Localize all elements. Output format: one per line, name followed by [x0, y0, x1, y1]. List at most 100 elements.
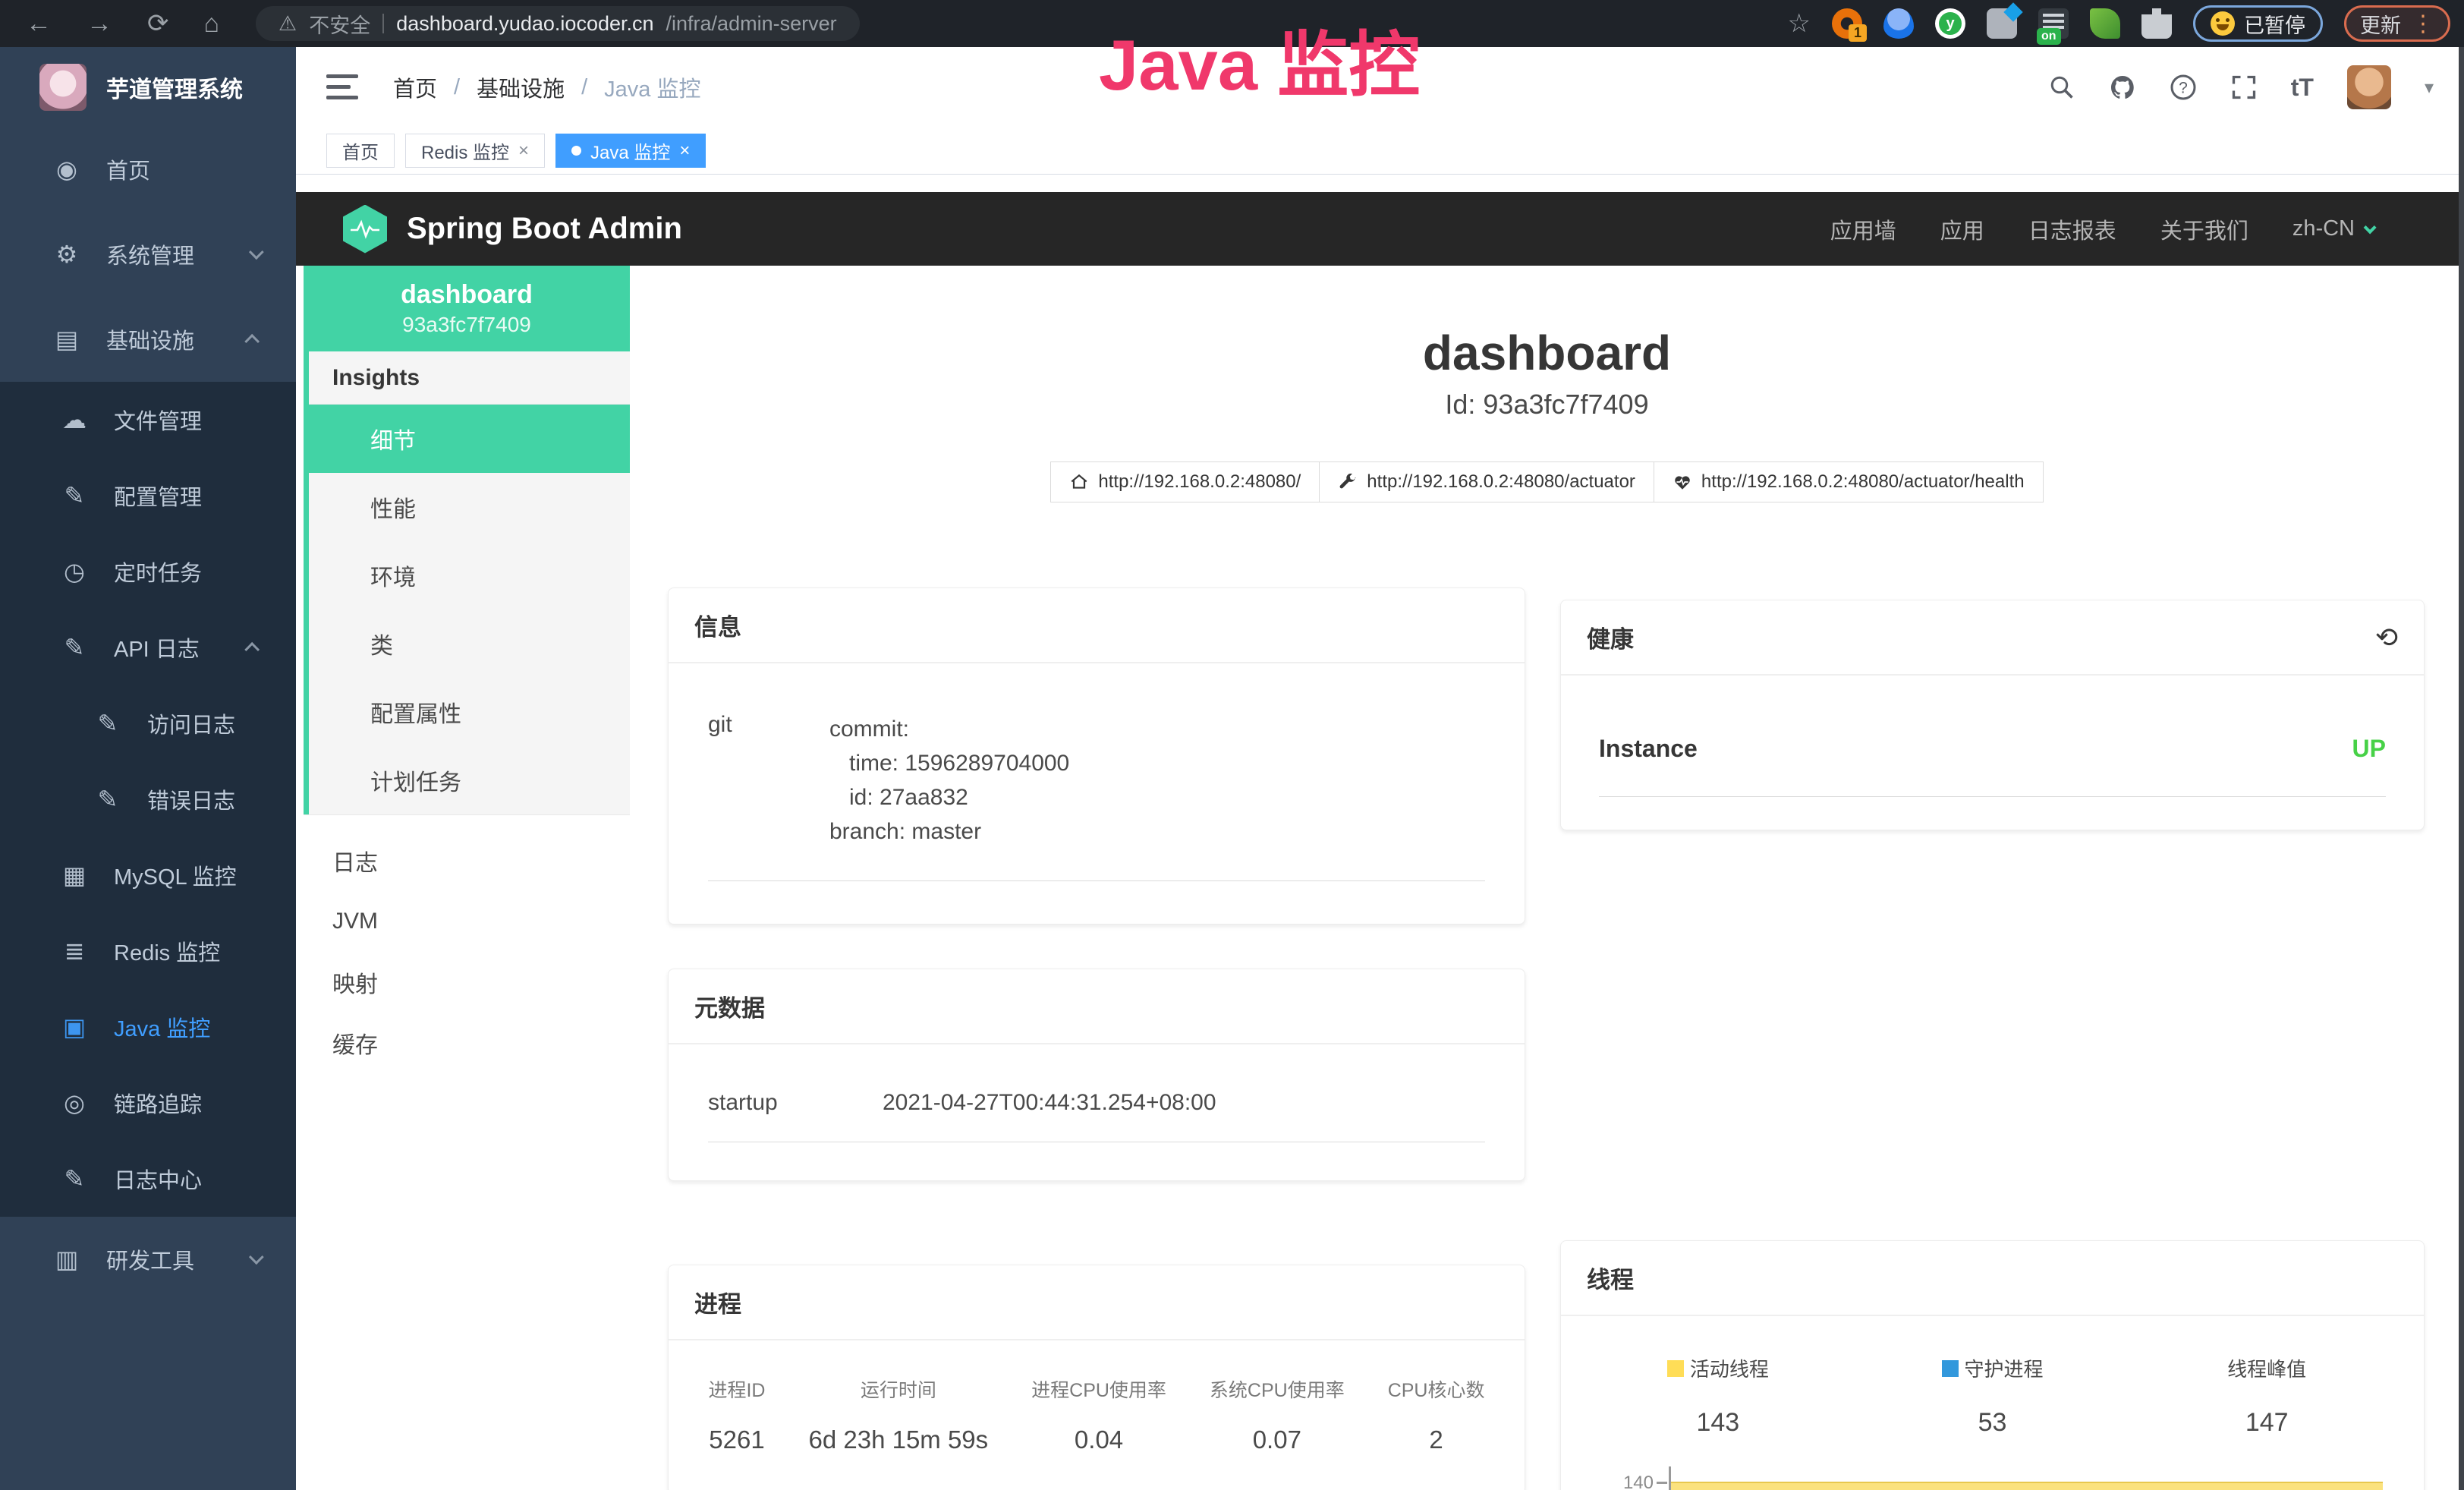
paused-badge[interactable]: 已暂停: [2193, 5, 2323, 42]
instance-name: dashboard: [401, 280, 533, 310]
help-icon[interactable]: ?: [2170, 74, 2197, 101]
sidebar-item-log-center[interactable]: ✎ 日志中心: [0, 1141, 296, 1217]
sba-item-classes[interactable]: 类: [304, 610, 630, 678]
fullscreen-icon[interactable]: [2230, 74, 2258, 101]
sidebar-item-system-mgmt[interactable]: ⚙ 系统管理: [0, 212, 296, 297]
sidebar-item-redis-monitor[interactable]: ≣ Redis 监控: [0, 913, 296, 989]
sidebar-item-access-logs[interactable]: ✎ 访问日志: [0, 685, 296, 761]
sba-nav: 应用墙 应用 日志报表 关于我们 zh-CN: [1830, 213, 2373, 245]
sidebar-item-infrastructure[interactable]: ▤ 基础设施: [0, 297, 296, 382]
extension-icon-leaf[interactable]: [2090, 8, 2120, 39]
history-icon[interactable]: ⟲: [2375, 622, 2398, 654]
page-instance-id: Id: 93a3fc7f7409: [630, 389, 2464, 421]
breadcrumb-separator: /: [454, 75, 460, 100]
sba-nav-journal[interactable]: 日志报表: [2028, 213, 2116, 245]
instance-id: 93a3fc7f7409: [402, 313, 531, 337]
sidebar-item-dev-tools[interactable]: ▥ 研发工具: [0, 1217, 296, 1302]
sba-item-jvm[interactable]: JVM: [304, 891, 630, 952]
wrench-icon: [1338, 472, 1358, 492]
startup-row: startup 2021-04-27T00:44:31.254+08:00: [708, 1090, 1485, 1142]
sba-brand[interactable]: Spring Boot Admin: [343, 205, 682, 254]
search-icon[interactable]: [2048, 74, 2075, 101]
instance-health-row[interactable]: Instance UP: [1599, 735, 2386, 797]
bookmark-star-icon[interactable]: ☆: [1788, 8, 1811, 39]
home-icon[interactable]: ⌂: [204, 9, 220, 39]
sidebar-logo-row[interactable]: 芋道管理系统: [0, 47, 296, 127]
address-bar[interactable]: ⚠ 不安全 dashboard.yudao.iocoder.cn/infra/a…: [256, 6, 860, 41]
font-size-icon[interactable]: tT: [2291, 74, 2314, 102]
extension-icon-grid[interactable]: [1987, 8, 2017, 39]
service-url-button[interactable]: http://192.168.0.2:48080/: [1050, 461, 1320, 502]
github-icon[interactable]: [2109, 74, 2136, 101]
sidebar-item-home[interactable]: ◉ 首页: [0, 127, 296, 212]
sba-item-config-props[interactable]: 配置属性: [304, 678, 630, 746]
extension-icon-pin[interactable]: [1883, 8, 1914, 39]
sidebar-item-error-logs[interactable]: ✎ 错误日志: [0, 761, 296, 837]
annotation-java-monitor: Java 监控: [1099, 8, 1420, 111]
sidebar-item-mysql-monitor[interactable]: ▦ MySQL 监控: [0, 837, 296, 913]
sidebar-item-label: 首页: [106, 153, 150, 185]
tab-redis-monitor[interactable]: Redis 监控 ×: [405, 134, 545, 168]
scrollbar-track[interactable]: [2459, 47, 2464, 1490]
extension-icon-tabs[interactable]: on: [2038, 8, 2069, 39]
sba-nav-wallboard[interactable]: 应用墙: [1830, 213, 1896, 245]
home-icon: [1069, 472, 1089, 492]
update-button[interactable]: 更新 ⋮: [2344, 5, 2450, 42]
git-commit-line: commit:: [829, 712, 1069, 746]
sidebar-item-java-monitor[interactable]: ▣ Java 监控: [0, 989, 296, 1065]
user-avatar[interactable]: [2347, 65, 2391, 109]
threads-chart: 140 120 100: [1581, 1466, 2404, 1490]
avatar-caret-icon[interactable]: ▾: [2425, 77, 2434, 99]
clock-icon: ◷: [58, 557, 91, 586]
security-warning-icon[interactable]: ⚠: [278, 12, 297, 36]
breadcrumb-infrastructure[interactable]: 基础设施: [477, 71, 565, 103]
sidebar-item-tracing[interactable]: ◎ 链路追踪: [0, 1065, 296, 1141]
legend-label: 线程峰值: [2227, 1354, 2306, 1382]
git-id-line: id: 27aa832: [829, 780, 1069, 814]
info-card: 信息 git commit: time: 1596289704000 id: 2…: [668, 587, 1525, 925]
gear-icon: ⚙: [50, 240, 83, 269]
health-url-button[interactable]: http://192.168.0.2:48080/actuator/health: [1654, 461, 2044, 502]
sba-item-logging[interactable]: 日志: [304, 830, 630, 891]
sidebar-collapse-icon[interactable]: [326, 74, 358, 100]
paused-label: 已暂停: [2244, 9, 2305, 39]
extension-icon-green[interactable]: y: [1935, 8, 1965, 39]
card-columns: 信息 git commit: time: 1596289704000 id: 2…: [630, 587, 2464, 1490]
extensions-puzzle-icon[interactable]: [2141, 8, 2172, 39]
sba-navbar: Spring Boot Admin 应用墙 应用 日志报表 关于我们 zh-CN: [296, 192, 2464, 266]
sba-item-caches[interactable]: 缓存: [304, 1013, 630, 1073]
sidebar-item-file-mgmt[interactable]: ☁ 文件管理: [0, 382, 296, 458]
close-icon[interactable]: ×: [518, 140, 529, 162]
sba-item-scheduled-tasks[interactable]: 计划任务: [304, 746, 630, 814]
breadcrumb-current: Java 监控: [604, 71, 700, 103]
sba-item-mappings[interactable]: 映射: [304, 952, 630, 1013]
sba-item-environment[interactable]: 环境: [304, 541, 630, 610]
sidebar-item-api-logs[interactable]: ✎ API 日志: [0, 610, 296, 685]
eye-icon: ◎: [58, 1088, 91, 1117]
sidebar-item-config-mgmt[interactable]: ✎ 配置管理: [0, 458, 296, 534]
back-icon[interactable]: ←: [26, 9, 52, 39]
extension-icon-orange[interactable]: 1: [1832, 8, 1862, 39]
legend-live-threads: 活动线程 143: [1581, 1354, 1855, 1438]
log-icon: ✎: [58, 1164, 91, 1193]
sba-nav-about[interactable]: 关于我们: [2160, 213, 2248, 245]
tab-home[interactable]: 首页: [326, 134, 395, 168]
actuator-url-button[interactable]: http://192.168.0.2:48080/actuator: [1320, 461, 1654, 502]
reload-icon[interactable]: ⟳: [147, 8, 169, 39]
close-icon[interactable]: ×: [679, 140, 690, 162]
health-url-label: http://192.168.0.2:48080/actuator/health: [1701, 471, 2025, 493]
forward-icon[interactable]: →: [87, 9, 112, 39]
sba-nav-applications[interactable]: 应用: [1940, 213, 1984, 245]
extension-on-badge: on: [2037, 28, 2061, 45]
browser-menu-icon[interactable]: ⋮: [2412, 11, 2434, 37]
sba-language-select[interactable]: zh-CN: [2292, 216, 2373, 241]
y-tick-140: 140: [1608, 1473, 1654, 1490]
sba-item-details[interactable]: 细节: [304, 405, 630, 473]
instance-header[interactable]: dashboard 93a3fc7f7409: [304, 266, 630, 351]
sba-item-metrics[interactable]: 性能: [304, 473, 630, 541]
breadcrumb-home[interactable]: 首页: [393, 71, 437, 103]
col-value: 2: [1388, 1425, 1485, 1454]
tag-view-bar: 首页 Redis 监控 × Java 监控 ×: [296, 128, 2464, 175]
tab-java-monitor[interactable]: Java 监控 ×: [555, 134, 706, 168]
sidebar-item-scheduled-tasks[interactable]: ◷ 定时任务: [0, 534, 296, 610]
